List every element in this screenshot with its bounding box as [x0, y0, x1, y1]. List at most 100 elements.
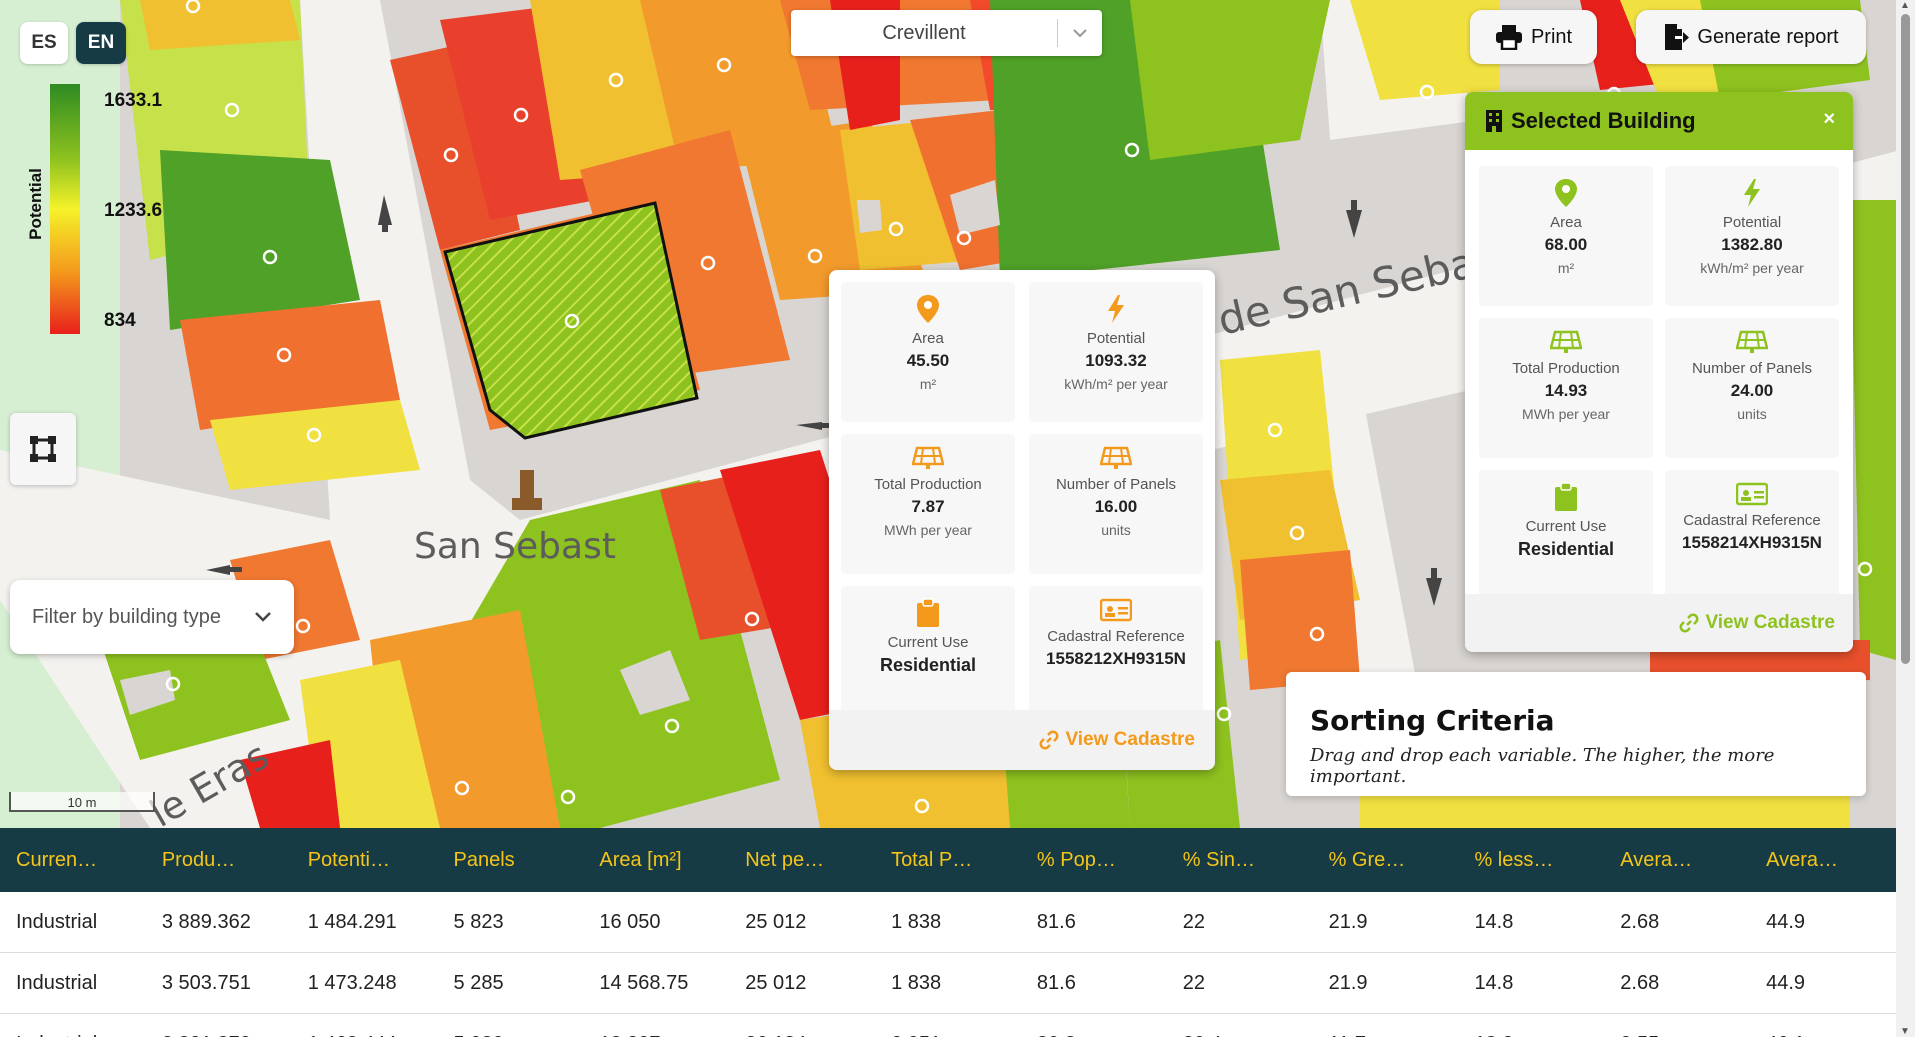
card-label: Number of Panels	[1055, 476, 1177, 493]
map-pin-icon	[1555, 179, 1577, 207]
card-unit: kWh/m² per year	[1064, 376, 1168, 392]
report-label: Generate report	[1697, 25, 1839, 48]
generate-report-button[interactable]: Generate report	[1636, 10, 1866, 64]
filter-placeholder: Filter by building type	[32, 605, 221, 628]
lang-en-button[interactable]: EN	[76, 22, 126, 64]
table-cell: 1 838	[891, 911, 942, 933]
card-label: Current Use	[887, 634, 969, 651]
card-value: 7.87	[911, 497, 945, 516]
id-card-icon	[1736, 482, 1768, 506]
file-export-icon	[1665, 24, 1690, 50]
table-cell: 3 321.872	[146, 1014, 292, 1037]
table-cell: 2.68	[1620, 911, 1660, 933]
solar-panel-icon	[1100, 446, 1132, 469]
popup-card-total-production: Total Production 7.87 MWh per year	[841, 434, 1015, 574]
clipboard-icon	[1555, 482, 1577, 511]
scroll-down-icon[interactable]: ▼	[1900, 1026, 1910, 1037]
selected-card-area: Area 68.00 m²	[1479, 166, 1653, 306]
card-value: 1093.32	[1085, 351, 1147, 370]
selected-view-cadastre-link[interactable]: View Cadastre	[1465, 594, 1853, 652]
table-row[interactable]: Industrial 3 321.872 1 462.444 5 030 13 …	[0, 1014, 1896, 1037]
card-value: 24.00	[1730, 381, 1774, 400]
page-scrollbar[interactable]: ▲ ▼	[1896, 0, 1915, 1037]
selected-building-title: Selected Building	[1511, 108, 1696, 133]
building-type-filter[interactable]: Filter by building type	[10, 580, 294, 654]
card-value: Residential	[879, 655, 977, 675]
column-header[interactable]: % Gre…	[1313, 828, 1459, 892]
selected-building-panel: Selected Building × Area 68.00 m² Potent…	[1465, 92, 1853, 652]
popup-card-area: Area 45.50 m²	[841, 282, 1015, 422]
scale-label: 10 m	[67, 795, 97, 810]
place-label-san-sebastian: San Sebast	[414, 526, 616, 567]
scroll-up-icon[interactable]: ▲	[1900, 0, 1910, 11]
view-cadastre-label: View Cadastre	[1065, 729, 1195, 750]
link-icon	[1039, 730, 1059, 750]
solar-panel-icon	[1550, 330, 1582, 353]
column-header[interactable]: Area [m²]	[583, 828, 729, 892]
building-popup: Area 45.50 m² Potential 1093.32 kWh/m² p…	[829, 270, 1215, 770]
card-label: Area	[1550, 214, 1582, 231]
close-icon[interactable]: ×	[1823, 108, 1835, 131]
card-unit: units	[1101, 522, 1131, 538]
id-card-icon	[1100, 598, 1132, 622]
table-cell: 46.1	[1750, 1014, 1896, 1037]
solar-panel-icon	[1736, 330, 1768, 353]
selected-card-potential: Potential 1382.80 kWh/m² per year	[1665, 166, 1839, 306]
table-row[interactable]: Industrial 3 503.751 1 473.248 5 285 14 …	[0, 953, 1896, 1014]
table-row[interactable]: Industrial 3 889.362 1 484.291 5 823 16 …	[0, 892, 1896, 953]
table-cell: 20.4	[1167, 1014, 1313, 1037]
table-cell: 3 889.362	[161, 911, 251, 933]
buildings-table: Curren… Produ… Potenti… Panels Area [m²]…	[0, 828, 1896, 1037]
selected-card-panels: Number of Panels 24.00 units	[1665, 318, 1839, 458]
lang-es-label: ES	[31, 32, 57, 53]
table-cell: 80.3	[1021, 1014, 1167, 1037]
sorting-title: Sorting Criteria	[1310, 704, 1555, 737]
selected-building-header: Selected Building ×	[1465, 92, 1853, 150]
legend-mid: 1233.6	[104, 200, 163, 221]
table-cell: 81.6	[1036, 972, 1076, 994]
scrollbar-thumb[interactable]	[1901, 14, 1910, 664]
column-header[interactable]: Curren…	[0, 828, 146, 892]
table-cell: 1 838	[891, 972, 942, 994]
table-cell: 1 484.291	[307, 911, 397, 933]
view-cadastre-label: View Cadastre	[1705, 612, 1835, 633]
column-header[interactable]: Panels	[438, 828, 584, 892]
table-cell: 81.6	[1036, 911, 1076, 933]
column-header[interactable]: % Pop…	[1021, 828, 1167, 892]
print-button[interactable]: Print	[1470, 10, 1597, 64]
card-value: 1558214XH9315N	[1682, 533, 1822, 552]
legend-max: 1633.1	[104, 90, 163, 111]
column-header[interactable]: Total P…	[875, 828, 1021, 892]
card-label: Current Use	[1525, 518, 1607, 535]
column-header[interactable]: % less…	[1458, 828, 1604, 892]
column-header[interactable]: Potenti…	[292, 828, 438, 892]
table-cell: 44.9	[1766, 911, 1806, 933]
card-unit: units	[1737, 406, 1767, 422]
card-label: Potential	[1086, 330, 1146, 347]
solar-panel-icon	[912, 446, 944, 469]
lang-es-button[interactable]: ES	[20, 22, 68, 64]
table-cell: 5 823	[453, 911, 504, 933]
table-cell: 22	[1182, 911, 1205, 933]
column-header[interactable]: Produ…	[146, 828, 292, 892]
chevron-down-icon	[255, 612, 271, 622]
column-header[interactable]: % Sin…	[1167, 828, 1313, 892]
table-cell: 2.55	[1604, 1014, 1750, 1037]
column-header[interactable]: Avera…	[1750, 828, 1896, 892]
column-header[interactable]: Net pe…	[729, 828, 875, 892]
legend-min: 834	[104, 310, 136, 331]
popup-view-cadastre-link[interactable]: View Cadastre	[829, 710, 1215, 770]
link-icon	[1679, 613, 1699, 633]
draw-polygon-button[interactable]	[10, 413, 76, 485]
card-unit: m²	[1557, 260, 1575, 276]
table-cell: Industrial	[0, 1014, 146, 1037]
selected-card-cadastral-reference: Cadastral Reference 1558214XH9315N	[1665, 470, 1839, 610]
card-value: 45.50	[906, 351, 950, 370]
table-cell: Industrial	[16, 972, 98, 994]
card-value: Residential	[1517, 539, 1615, 559]
map-scale: 10 m	[9, 792, 155, 812]
city-select[interactable]: Crevillent	[791, 10, 1102, 56]
table-cell: 22	[1182, 972, 1205, 994]
column-header[interactable]: Avera…	[1604, 828, 1750, 892]
table-cell: 3 503.751	[161, 972, 251, 994]
